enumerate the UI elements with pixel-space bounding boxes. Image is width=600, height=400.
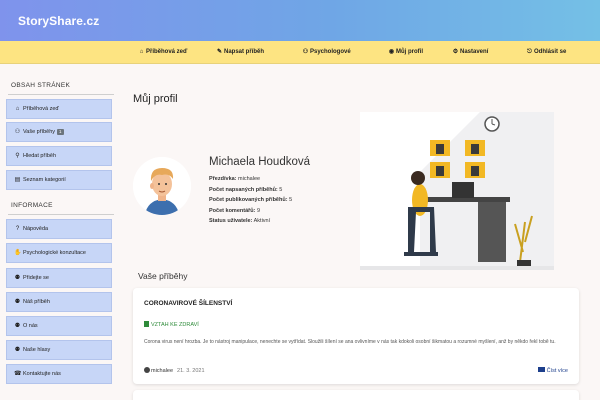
address-book-icon: ☎ [14,371,22,377]
home-icon: ⌂ [139,49,144,55]
main-navbar: ⌂ Příběhová zeď ✎ Napsat příběh ⚇ Psycholog… [0,41,600,64]
sidebar-item-label: Kontaktujte nás [23,371,61,377]
sidebar-heading-info: INFORMACE [8,202,114,215]
written-label: Počet napsaných příběhů: [209,187,278,193]
user-icon: ⚉ [14,299,21,305]
sidebar-item-our-voices[interactable]: ⚉ Naše hlasy [6,340,112,360]
sidebar-item-label: Vaše příběhy [23,129,56,135]
nav-logout-label: Odhlásit se [534,49,567,55]
sidebar-item-label: Naše hlasy [23,347,51,353]
profile-illustration [360,112,554,270]
nav-write[interactable]: ✎ Napsat příběh [216,41,264,63]
sidebar-item-label: O nás [23,323,38,329]
story-author: michalee [151,368,174,374]
read-more-link[interactable]: Číst více [537,367,568,374]
nav-psychologists[interactable]: ⚇ Psychologové [302,41,351,63]
user-circle-icon [144,367,150,373]
profile-nickname: Přezdívka: michalee [209,176,260,182]
sidebar-item-help[interactable]: ? Nápověda [6,219,112,239]
sidebar-item-consultations[interactable]: ✋ Psychologické konzultace [6,243,112,263]
user-icon: ⚉ [14,323,21,329]
bookmark-icon [144,321,149,327]
story-date: 21. 3. 2021 [177,368,205,374]
sidebar-item-join[interactable]: ⚉ Přidejte se [6,268,112,288]
sidebar-item-about[interactable]: ⚉ O nás [6,316,112,336]
book-icon [537,367,545,372]
brand-logo-link[interactable]: StoryShare.cz [18,14,99,28]
sidebar: OBSAH STRÁNEK ⌂ Příběhová zeď ⚇ Vaše příbě… [0,64,118,400]
read-more-label: Číst více [546,368,568,374]
users-icon: ⚇ [14,129,21,135]
story-category-tag[interactable]: VZTAH KE ZDRAVÍ [144,321,199,328]
story-meta: michalee 21. 3. 2021 [144,367,205,374]
sidebar-item-label: Hledat příběh [23,153,57,159]
profile-published-count: Počet publikovaných příběhů: 5 [209,197,292,203]
comments-value: 9 [257,208,261,214]
sidebar-item-label: Náš příběh [23,299,50,305]
sidebar-item-categories[interactable]: ▤ Seznam kategorií [6,170,112,190]
nav-settings-label: Nastavení [460,49,489,55]
home-icon: ⌂ [15,106,20,112]
story-title[interactable]: CORONAVIROVÉ ŠÍLENSTVÍ [144,300,232,307]
users-icon: ⚇ [302,49,309,55]
published-value: 5 [289,197,293,203]
question-icon: ? [15,226,20,232]
sidebar-item-label: Příběhová zeď [23,106,59,112]
nav-profile[interactable]: ◉ Můj profil [388,41,423,63]
avatar [133,157,191,215]
sidebar-item-our-story[interactable]: ⚉ Náš příběh [6,292,112,312]
published-label: Počet publikovaných příběhů: [209,197,288,203]
edit-icon: ✎ [216,49,223,55]
count-badge: 1 [57,129,64,135]
profile-comments-count: Počet komentářů: 9 [209,208,260,214]
profile-name: Michaela Houdková [209,156,311,168]
sidebar-heading-content: OBSAH STRÁNEK [7,82,115,95]
story-excerpt: Corona virus není hrozba. Je to nástroj … [144,339,556,345]
sidebar-item-story-wall[interactable]: ⌂ Příběhová zeď [6,99,112,119]
tag-label: VZTAH KE ZDRAVÍ [151,322,199,328]
story-card-next [133,390,579,400]
header-bar: StoryShare.cz [0,0,600,41]
profile-written-count: Počet napsaných příběhů: 5 [209,187,282,193]
nav-settings[interactable]: ⚙ Nastavení [452,41,489,63]
sidebar-item-label: Seznam kategorií [23,177,66,183]
nickname-label: Přezdívka: [209,176,237,182]
stories-section-title: Vaše příběhy [138,271,188,281]
sidebar-item-search-story[interactable]: ⚲ Hledat příběh [6,146,112,166]
handshake-icon: ✋ [14,250,22,256]
nav-stories-label: Příběhová zeď [146,49,188,55]
sidebar-item-your-stories[interactable]: ⚇ Vaše příběhy 1 [6,122,112,142]
nav-profile-label: Můj profil [396,49,423,55]
user-plus-icon: ⚉ [14,275,21,281]
written-value: 5 [279,187,283,193]
comments-label: Počet komentářů: [209,208,256,214]
story-card: CORONAVIROVÉ ŠÍLENSTVÍ VZTAH KE ZDRAVÍ C… [133,288,579,384]
page-title: Můj profil [133,93,178,105]
nav-logout[interactable]: ⎋ Odhlásit se [526,41,566,63]
sidebar-item-label: Přidejte se [23,275,49,281]
sidebar-item-label: Nápověda [23,226,49,232]
nav-write-label: Napsat příběh [224,49,265,55]
user-circle-icon: ◉ [388,49,395,55]
search-icon: ⚲ [15,153,20,159]
profile-status: Status uživatele: Aktivní [209,218,270,224]
sidebar-item-label: Psychologické konzultace [23,250,86,256]
status-label: Status uživatele: [209,218,253,224]
nav-stories[interactable]: ⌂ Příběhová zeď [138,41,188,63]
sidebar-item-contact[interactable]: ☎ Kontaktujte nás [6,364,112,384]
status-value: Aktivní [253,218,271,224]
user-icon: ⚉ [14,347,21,353]
nickname-value: michalee [238,176,261,182]
list-icon: ▤ [14,177,21,183]
user-cog-icon: ⚙ [452,49,459,55]
nav-psychologists-label: Psychologové [310,49,351,55]
logout-icon: ⎋ [527,49,532,55]
